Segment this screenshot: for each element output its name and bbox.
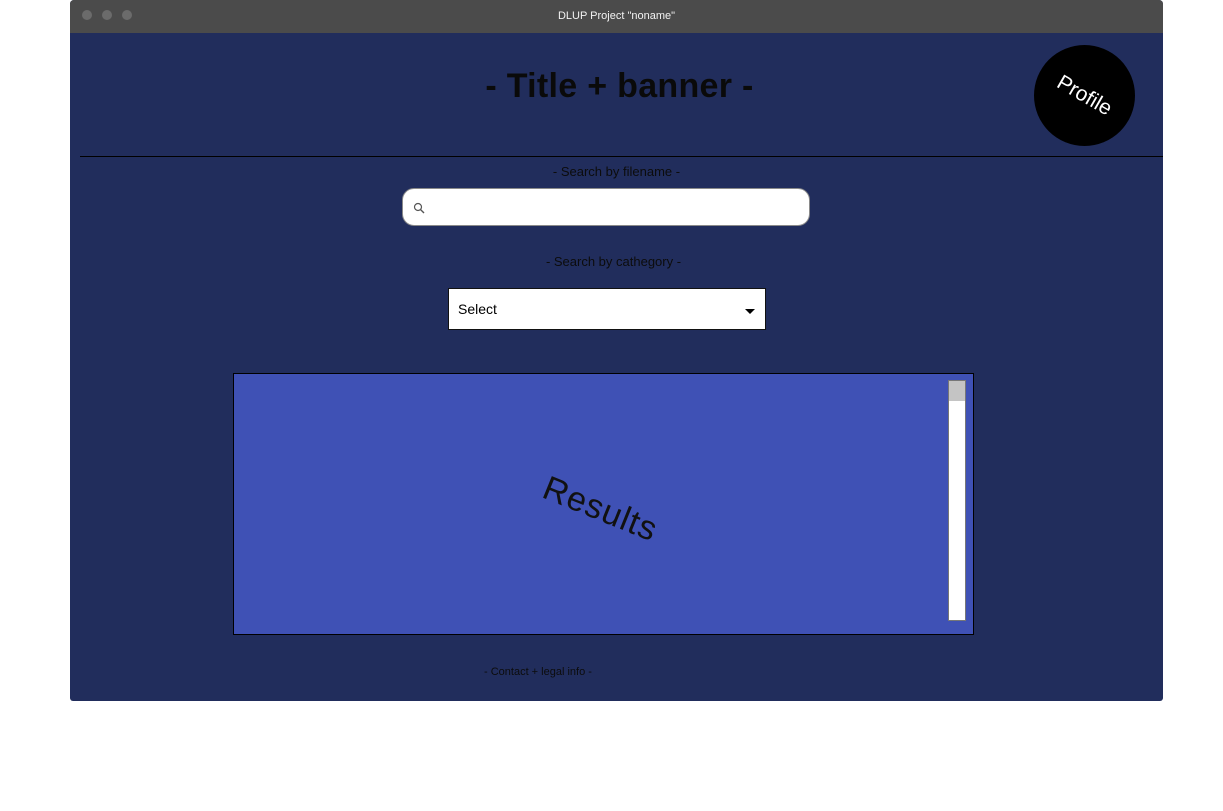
window-titlebar: DLUP Project "noname"	[70, 0, 1163, 33]
header-divider	[80, 156, 1163, 157]
minimize-window-icon[interactable]	[102, 10, 112, 20]
banner-text: - Title + banner -	[485, 67, 754, 105]
results-label: Results	[537, 468, 664, 550]
search-icon	[413, 202, 425, 214]
close-window-icon[interactable]	[82, 10, 92, 20]
title-banner: - Title + banner -	[70, 67, 1163, 106]
chevron-down-icon	[745, 309, 755, 314]
footer-text[interactable]: - Contact + legal info -	[484, 666, 592, 678]
filename-search-box[interactable]	[402, 188, 810, 226]
scrollbar-thumb[interactable]	[949, 381, 965, 401]
filename-search-label: - Search by filename -	[552, 164, 681, 179]
maximize-window-icon[interactable]	[122, 10, 132, 20]
filename-search-input[interactable]	[431, 195, 805, 223]
window-title: DLUP Project "noname"	[557, 10, 676, 22]
profile-label: Profile	[1052, 70, 1117, 121]
category-search-label: - Search by cathegory -	[545, 254, 682, 269]
profile-button[interactable]: Profile	[1034, 45, 1135, 146]
app-window: DLUP Project "noname" - Title + banner -…	[70, 0, 1163, 701]
category-select-value: Select	[458, 301, 497, 317]
results-panel: Results	[233, 373, 974, 635]
results-scrollbar[interactable]	[948, 380, 966, 621]
category-select[interactable]: Select	[448, 288, 766, 330]
